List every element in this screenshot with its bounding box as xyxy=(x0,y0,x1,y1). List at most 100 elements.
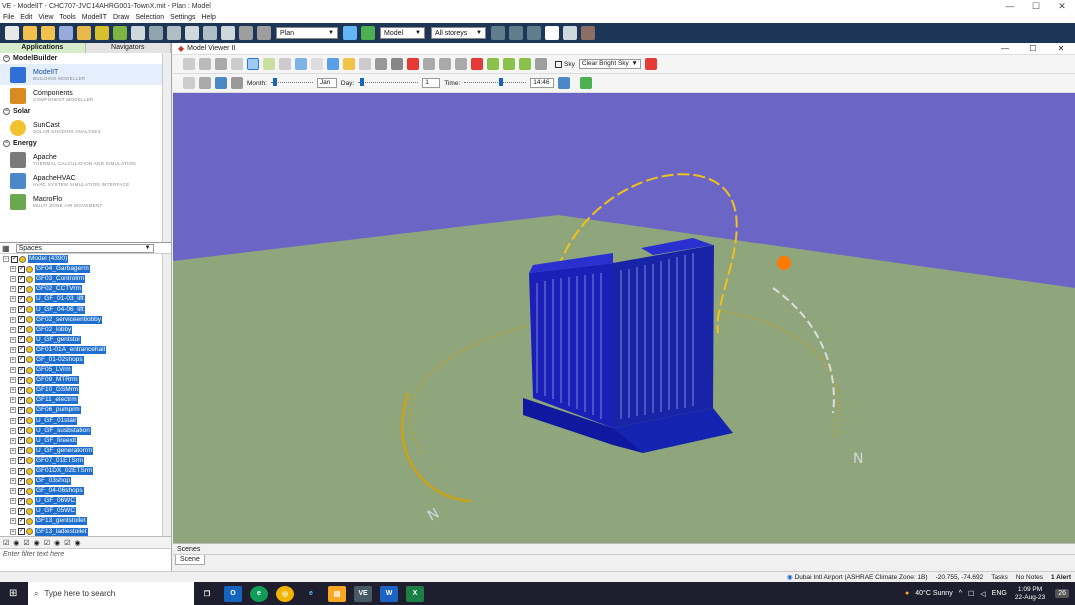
module-modelit[interactable]: ModelIT BUILDING MODELLER xyxy=(0,64,171,85)
word-icon[interactable]: W xyxy=(380,585,398,602)
up-storey-icon[interactable] xyxy=(491,26,505,40)
checkbox[interactable]: ✓ xyxy=(18,376,25,384)
undo-icon[interactable] xyxy=(239,26,253,40)
help-icon[interactable] xyxy=(361,26,375,40)
path-icon[interactable] xyxy=(439,58,451,70)
eye-icon[interactable]: ◉ xyxy=(74,539,80,547)
checkbox[interactable]: ✓ xyxy=(18,275,25,283)
tool-icon[interactable] xyxy=(131,26,145,40)
menu-modelit[interactable]: ModelIT xyxy=(82,14,107,21)
checkbox[interactable]: ✓ xyxy=(18,417,25,425)
checkbox-icon[interactable]: ☑ xyxy=(3,539,9,547)
surface-view-icon[interactable] xyxy=(263,58,275,70)
chrome-icon[interactable]: ◎ xyxy=(276,585,294,602)
location-text[interactable]: Dubai Intl Airport (ASHRAE Climate Zone:… xyxy=(795,574,928,581)
windows-start-icon[interactable]: ⊞ xyxy=(9,588,17,599)
calendar-icon[interactable] xyxy=(231,77,243,89)
tree-item[interactable]: + ✓ GF02_CCTVrm xyxy=(0,284,171,294)
time-slider-thumb[interactable] xyxy=(499,78,504,86)
checkbox[interactable]: ✓ xyxy=(18,487,25,495)
visibility-icon[interactable] xyxy=(26,406,33,414)
visibility-icon[interactable] xyxy=(19,255,26,263)
tab-navigators[interactable]: Navigators xyxy=(86,43,171,53)
menu-view[interactable]: View xyxy=(38,14,53,21)
visibility-icon[interactable] xyxy=(26,427,33,435)
sun-icon[interactable] xyxy=(407,58,419,70)
tree-item[interactable]: + ✓ GF05_LVrm xyxy=(0,365,171,375)
visibility-icon[interactable] xyxy=(26,457,33,465)
visibility-icon[interactable] xyxy=(26,336,33,344)
visibility-icon[interactable] xyxy=(26,346,33,354)
storey-select[interactable]: All storeys ▼ xyxy=(431,27,486,39)
maximize-button[interactable]: ☐ xyxy=(1023,1,1049,12)
view-select[interactable]: Plan ▼ xyxy=(276,27,338,39)
visibility-icon[interactable] xyxy=(26,417,33,425)
shade-icon[interactable] xyxy=(343,58,355,70)
checkbox[interactable]: ✓ xyxy=(18,306,25,314)
refresh-icon[interactable] xyxy=(343,26,357,40)
expand-icon[interactable]: + xyxy=(10,397,16,404)
box-icon[interactable] xyxy=(327,58,339,70)
tree-item[interactable]: + ✓ GF13_ladiestoilet xyxy=(0,527,171,536)
camera-icon[interactable] xyxy=(183,77,195,89)
month-slider-thumb[interactable] xyxy=(272,78,277,86)
tree-item[interactable]: + ✓ GF11_electrm xyxy=(0,395,171,405)
eye-icon[interactable]: ◉ xyxy=(54,539,60,547)
lighting-icon[interactable] xyxy=(311,58,323,70)
expand-icon[interactable]: + xyxy=(10,336,16,343)
expand-icon[interactable]: + xyxy=(10,316,16,323)
wireframe-icon[interactable] xyxy=(279,58,291,70)
minimize-button[interactable]: — xyxy=(997,1,1023,12)
shadow-icon[interactable] xyxy=(423,58,435,70)
expand-icon[interactable]: + xyxy=(10,377,16,384)
expand-icon[interactable]: + xyxy=(10,276,16,283)
visibility-icon[interactable] xyxy=(26,517,33,525)
sky-checkbox[interactable] xyxy=(555,60,562,68)
expand-icon[interactable]: + xyxy=(10,478,16,485)
view-dir-icon[interactable] xyxy=(215,77,227,89)
sun-marker[interactable] xyxy=(777,256,791,270)
new-file-icon[interactable] xyxy=(5,26,19,40)
storey-icon[interactable] xyxy=(527,26,541,40)
run-icon[interactable] xyxy=(580,77,593,89)
checkbox[interactable]: ✓ xyxy=(18,326,25,334)
checkbox[interactable]: ✓ xyxy=(18,406,25,414)
sphere-icon[interactable] xyxy=(295,58,307,70)
tree-item[interactable]: + ✓ GF03_Controlrm xyxy=(0,274,171,284)
copy-icon[interactable] xyxy=(215,58,227,70)
time-slider[interactable] xyxy=(464,78,527,86)
month-field[interactable]: Jan xyxy=(316,78,337,88)
volume-icon[interactable]: ◁ xyxy=(980,590,985,598)
tree-item[interactable]: + ✓ U_GF_gentstoi xyxy=(0,335,171,345)
outlook-icon[interactable]: O xyxy=(224,585,242,602)
tree-item[interactable]: + ✓ GF09_MTRrm xyxy=(0,375,171,385)
tree-item[interactable]: + ✓ GF04_Garbagerm xyxy=(0,264,171,274)
menu-edit[interactable]: Edit xyxy=(20,14,32,21)
checkbox-icon[interactable]: ☑ xyxy=(23,539,29,547)
layer2-icon[interactable] xyxy=(503,58,515,70)
tree-scrollbar[interactable] xyxy=(162,254,171,536)
day-field[interactable]: 1 xyxy=(422,78,441,88)
weather-text[interactable]: 40°C Sunny xyxy=(915,590,952,597)
visibility-icon[interactable] xyxy=(26,497,33,505)
checkbox[interactable]: ✓ xyxy=(18,517,25,525)
tree-item[interactable]: + ✓ GF06_pumprm xyxy=(0,405,171,415)
group-solar[interactable]: − Solar xyxy=(0,106,171,117)
grid-icon[interactable]: ▦ xyxy=(2,244,10,253)
visibility-icon[interactable] xyxy=(26,356,33,364)
checkbox[interactable]: ✓ xyxy=(18,396,25,404)
taskbar-search[interactable]: ⌕ Type here to search xyxy=(28,582,194,605)
tree-item[interactable]: + ✓ U_GF_generatorrm xyxy=(0,446,171,456)
menu-tools[interactable]: Tools xyxy=(59,14,75,21)
checkbox[interactable]: ✓ xyxy=(18,457,25,465)
checkbox[interactable]: ✓ xyxy=(18,447,25,455)
menu-selection[interactable]: Selection xyxy=(135,14,164,21)
checkbox[interactable]: ✓ xyxy=(18,265,25,273)
settings-icon[interactable] xyxy=(95,26,109,40)
expand-icon[interactable]: + xyxy=(10,508,16,515)
expand-icon[interactable]: + xyxy=(10,356,16,363)
checkbox[interactable]: ✓ xyxy=(18,477,25,485)
record-icon[interactable] xyxy=(471,58,483,70)
tree-root[interactable]: − ✓ Model (4390) xyxy=(0,254,171,264)
visibility-icon[interactable] xyxy=(26,447,33,455)
